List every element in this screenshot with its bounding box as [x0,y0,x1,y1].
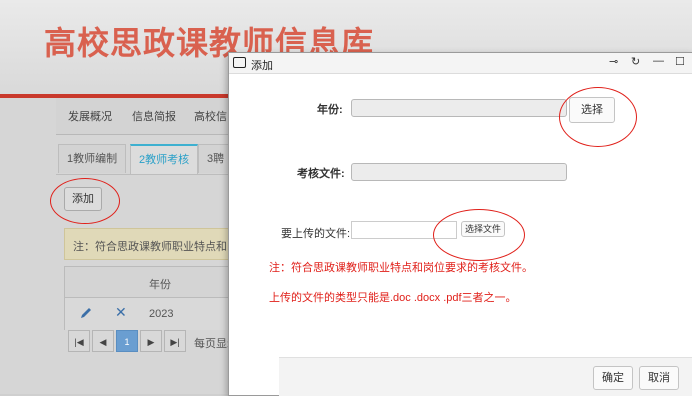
note-banner: 注：符合思政课教师职业特点和岗 [64,228,246,260]
add-button[interactable]: 添加 [64,187,102,211]
tab-assessment[interactable]: 2教师考核 [130,144,199,174]
window-icon [233,57,246,68]
upload-file-label: 要上传的文件: [281,228,351,240]
add-dialog: 添加 ⊸ ↻ — ☐ 年份: 选择 考核文件: 要上传的文件: 选择文件 注：符… [228,52,692,396]
prev-page-icon[interactable]: ◀ [92,330,114,352]
close-icon[interactable]: ☐ [675,55,685,68]
assessment-file-field[interactable] [351,163,567,181]
file-path-input[interactable] [351,221,457,239]
confirm-button[interactable]: 确定 [593,366,633,390]
dialog-title: 添加 [251,60,273,72]
tab-staffing[interactable]: 1教师编制 [58,144,127,173]
year-field[interactable] [351,99,567,117]
table-row: ✕ 2023 [65,297,245,330]
nav-item-overview[interactable]: 发展概况 [68,108,112,124]
tab-bar: 1教师编制 2教师考核 3聘 [56,144,256,175]
minimize-icon[interactable]: — [653,55,664,67]
cancel-button[interactable]: 取消 [639,366,679,390]
assessment-file-label: 考核文件: [297,168,345,180]
note-text: 注：符合思政课教师职业特点和岗 [73,241,238,253]
note-file-types: 上传的文件的类型只能是.doc .docx .pdf三者之一。 [269,292,517,304]
delete-icon[interactable]: ✕ [115,304,127,321]
nav-item-college-info[interactable]: 高校信 [194,108,227,124]
select-year-button[interactable]: 选择 [569,97,615,123]
dialog-footer: 确定 取消 [279,357,692,396]
dialog-titlebar: 添加 ⊸ ↻ — ☐ [229,53,692,74]
first-page-icon[interactable]: |◀ [68,330,90,352]
last-page-icon[interactable]: ▶| [164,330,186,352]
year-label: 年份: [317,104,343,116]
top-nav: 发展概况 信息简报 高校信 [56,98,256,135]
next-page-icon[interactable]: ▶ [140,330,162,352]
column-header-year: 年份 [149,279,171,291]
data-table: 年份 ✕ 2023 [64,266,246,330]
pin-icon[interactable]: ⊸ [609,55,618,68]
edit-icon[interactable] [79,306,93,323]
choose-file-button[interactable]: 选择文件 [461,221,505,237]
pagination: |◀ ◀ 1 ▶ ▶| 每页显示 [64,330,244,354]
refresh-icon[interactable]: ↻ [631,55,640,68]
note-requirement: 注：符合思政课教师职业特点和岗位要求的考核文件。 [269,262,533,274]
cell-year: 2023 [149,308,174,320]
page-number[interactable]: 1 [116,330,138,352]
nav-item-brief[interactable]: 信息简报 [132,108,176,124]
